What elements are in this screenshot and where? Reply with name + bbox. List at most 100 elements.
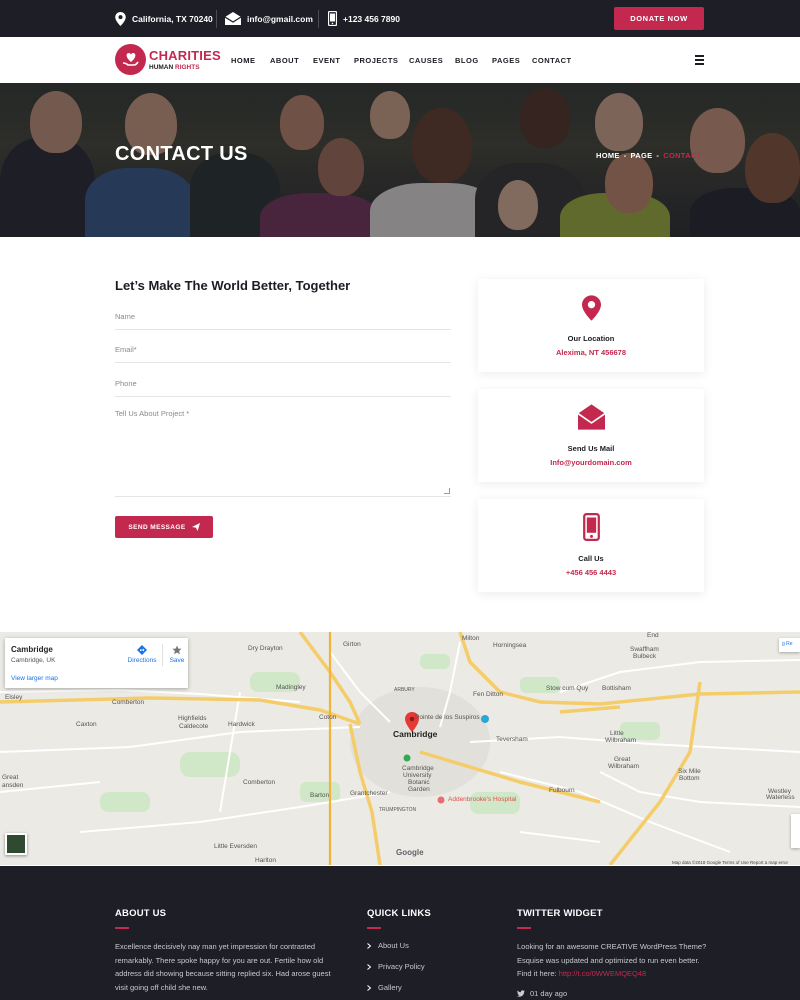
map-label: TRUMPINGTON [379, 807, 417, 813]
map-label: Fulbourn [549, 787, 575, 794]
footer-link-label: Privacy Policy [378, 962, 425, 971]
resize-handle-icon[interactable] [444, 488, 450, 494]
paper-plane-icon [191, 523, 200, 531]
save-place-button[interactable]: Save [165, 643, 189, 664]
map-label: Cambridge [402, 765, 434, 772]
footer-link-label: Gallery [378, 983, 402, 992]
map-label: Comberton [112, 699, 145, 706]
nav-projects[interactable]: PROJECTS [354, 56, 398, 65]
map-label: Botanic [408, 779, 430, 786]
logo-tagline-b: RIGHTS [175, 64, 200, 71]
hamburger-menu-icon[interactable] [695, 55, 704, 67]
map-label: Little [610, 730, 624, 737]
send-message-button[interactable]: SEND MESSAGE [115, 516, 213, 538]
top-bar: California, TX 70240 info@gmail.com +123… [0, 0, 800, 37]
view-larger-map-link[interactable]: View larger map [11, 675, 58, 682]
map-label: Fen Ditton [473, 691, 503, 698]
map-label: Dry Drayton [248, 645, 283, 652]
footer-links-title: QUICK LINKS [367, 908, 431, 919]
site-footer: ABOUT US Excellence decisively nay man y… [0, 866, 800, 1000]
footer-link-about[interactable]: About Us [367, 941, 409, 950]
map-fullscreen-control[interactable]: g Re [779, 638, 800, 652]
mail-card: Send Us Mail Info@yourdomain.com [478, 389, 704, 482]
call-card: Call Us +456 456 4443 [478, 499, 704, 592]
map-label: Great [614, 756, 631, 763]
email-field[interactable]: Email* [115, 345, 451, 363]
footer-link-privacy[interactable]: Privacy Policy [367, 962, 425, 971]
save-label: Save [169, 657, 185, 664]
nav-home[interactable]: HOME [231, 56, 256, 65]
chevron-right-icon [367, 963, 371, 970]
nav-contact[interactable]: CONTACT [532, 56, 572, 65]
map-label: Wilbraham [605, 737, 637, 744]
breadcrumb-page[interactable]: PAGE [631, 151, 653, 160]
map-label: Waterless [766, 794, 795, 801]
map-attribution[interactable]: Map data ©2018 Google Terms of Use Repor… [672, 860, 788, 865]
envelope-icon [225, 12, 241, 25]
nav-event[interactable]: EVENT [313, 56, 341, 65]
map-label: ansden [2, 782, 24, 789]
satellite-view-toggle[interactable] [5, 833, 27, 855]
directions-icon [137, 645, 147, 655]
donate-now-button[interactable]: DONATE NOW [614, 7, 704, 30]
map-place-card: Cambridge Cambridge, UK View larger map … [5, 638, 188, 688]
call-card-value[interactable]: +456 456 4443 [478, 568, 704, 577]
breadcrumb-home[interactable]: HOME [596, 151, 620, 160]
map-label: Girton [343, 641, 361, 648]
logo-tagline: HUMAN RIGHTS [149, 64, 200, 71]
call-card-title: Call Us [578, 554, 604, 563]
map-label: Madingley [276, 684, 306, 691]
map-label: Bulbeck [633, 653, 657, 660]
map-label: University [403, 772, 432, 779]
map-label: Milton [462, 635, 480, 642]
map-label: Garden [408, 786, 430, 793]
twitter-bird-icon [517, 990, 525, 997]
nav-about[interactable]: ABOUT [270, 56, 299, 65]
map-label: Barton [310, 792, 330, 799]
map-zoom-control[interactable] [791, 814, 800, 848]
tweet-link[interactable]: http://t.co/0WWEMQEQ48 [559, 969, 647, 978]
accent-underline [517, 927, 531, 929]
phone-field[interactable]: Phone [115, 379, 451, 397]
map-label: Horningsea [493, 642, 527, 649]
star-icon [172, 645, 182, 655]
nav-blog[interactable]: BLOG [455, 56, 479, 65]
accent-underline [115, 927, 129, 929]
chevron-right-icon [367, 984, 371, 991]
logo-heart-hand-icon[interactable] [115, 44, 146, 75]
embedded-map[interactable]: Dry Drayton Girton Milton Horningsea Swa… [0, 632, 800, 865]
project-message-field[interactable]: Tell Us About Project * [115, 409, 451, 497]
mail-card-value[interactable]: Info@yourdomain.com [478, 458, 704, 467]
map-label: Teversham [496, 736, 528, 743]
map-label: Little Eversden [214, 843, 257, 850]
map-place-subtitle: Cambridge, UK [11, 657, 56, 664]
tweet-time-text: 01 day ago [530, 989, 568, 998]
footer-link-label: About Us [378, 941, 409, 950]
breadcrumb: HOME - PAGE - CONTACT [596, 151, 701, 160]
logo-name[interactable]: CHARITIES [149, 48, 221, 63]
topbar-phone[interactable]: +123 456 7890 [328, 0, 400, 37]
nav-causes[interactable]: CAUSES [409, 56, 443, 65]
topbar-email[interactable]: info@gmail.com [225, 0, 313, 37]
topbar-phone-text: +123 456 7890 [343, 13, 400, 24]
map-label: Swaffham [630, 646, 659, 653]
map-label: ARBURY [394, 687, 415, 693]
accent-underline [367, 927, 381, 929]
divider [162, 644, 163, 666]
mail-card-title: Send Us Mail [567, 444, 615, 453]
map-label: Pointe de los Suspiros [415, 714, 480, 721]
topbar-email-text: info@gmail.com [247, 13, 313, 24]
footer-link-gallery[interactable]: Gallery [367, 983, 402, 992]
map-label: Comberton [243, 779, 276, 786]
form-title: Let’s Make The World Better, Together [115, 278, 351, 293]
location-card-title: Our Location [567, 334, 615, 343]
map-label: Caxton [76, 721, 97, 728]
topbar-location: California, TX 70240 [115, 0, 213, 37]
name-field[interactable]: Name [115, 312, 451, 330]
chevron-right-icon [367, 942, 371, 949]
mobile-phone-icon [328, 11, 337, 26]
nav-pages[interactable]: PAGES [492, 56, 520, 65]
map-label: Caldecote [179, 723, 209, 730]
logo-tagline-a: HUMAN [149, 64, 175, 71]
directions-button[interactable]: Directions [123, 643, 161, 664]
